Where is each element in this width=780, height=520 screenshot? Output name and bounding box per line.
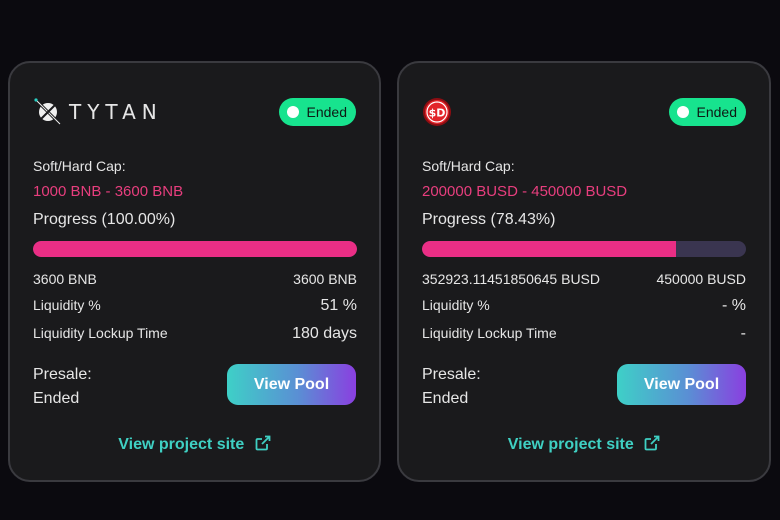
liquidity-row: Liquidity % 51 % bbox=[33, 297, 357, 315]
liquidity-value: 51 % bbox=[320, 297, 357, 314]
project-name: TYTAN bbox=[69, 100, 163, 124]
progress-label: Progress (100.00%) bbox=[33, 211, 176, 228]
external-link-icon bbox=[255, 435, 271, 451]
progress-label: Progress (78.43%) bbox=[422, 211, 556, 228]
site-link-label: View project site bbox=[507, 436, 634, 453]
presale-value: Ended bbox=[422, 390, 469, 407]
presale-label: Presale: bbox=[422, 366, 481, 383]
lockup-value: - bbox=[740, 325, 746, 342]
raised-row: 3600 BNB 3600 BNB bbox=[33, 271, 357, 287]
cap-value: 1000 BNB - 3600 BNB bbox=[33, 183, 184, 200]
presale-card-sd: $D Ended Soft/Hard Cap: 200000 BUSD - 45… bbox=[397, 61, 771, 482]
cap-value: 200000 BUSD - 450000 BUSD bbox=[422, 183, 628, 200]
liquidity-row: Liquidity % - % bbox=[422, 297, 746, 315]
presale-status: Presale: Ended bbox=[422, 363, 481, 411]
lockup-label: Liquidity Lockup Time bbox=[33, 325, 168, 341]
view-pool-button[interactable]: View Pool bbox=[617, 364, 746, 405]
presale-status: Presale: Ended bbox=[33, 363, 92, 411]
status-dot-icon bbox=[676, 106, 689, 118]
liquidity-value: - % bbox=[722, 297, 746, 314]
hard-cap-amount: 3600 BNB bbox=[293, 271, 357, 287]
status-label: Ended bbox=[696, 104, 737, 120]
status-label: Ended bbox=[306, 104, 347, 120]
raised-amount: 352923.11451850645 BUSD bbox=[422, 271, 601, 287]
view-project-site-link[interactable]: View project site bbox=[10, 435, 379, 454]
lockup-value: 180 days bbox=[292, 325, 357, 342]
cap-label: Soft/Hard Cap: bbox=[33, 158, 126, 174]
progress-bar bbox=[422, 241, 746, 257]
raised-row: 352923.11451850645 BUSD 450000 BUSD bbox=[422, 271, 746, 287]
tytan-logo-icon bbox=[34, 98, 62, 126]
view-pool-button[interactable]: View Pool bbox=[227, 364, 356, 405]
sd-coin-icon: $D bbox=[423, 98, 451, 126]
hard-cap-amount: 450000 BUSD bbox=[656, 271, 746, 287]
presale-card-tytan: TYTAN Ended Soft/Hard Cap: 1000 BNB - 36… bbox=[8, 61, 381, 482]
lockup-row: Liquidity Lockup Time 180 days bbox=[33, 325, 357, 343]
liquidity-label: Liquidity % bbox=[33, 297, 101, 313]
presale-value: Ended bbox=[33, 390, 80, 407]
status-dot-icon bbox=[286, 106, 299, 118]
raised-amount: 3600 BNB bbox=[33, 271, 97, 287]
cap-label: Soft/Hard Cap: bbox=[422, 158, 515, 174]
lockup-label: Liquidity Lockup Time bbox=[422, 325, 557, 341]
external-link-icon bbox=[644, 435, 660, 451]
project-logo: TYTAN bbox=[33, 97, 163, 127]
status-badge: Ended bbox=[278, 98, 356, 126]
status-badge: Ended bbox=[668, 98, 746, 126]
project-logo: $D bbox=[422, 97, 452, 127]
sd-coin-text: $D bbox=[429, 107, 446, 120]
view-project-site-link[interactable]: View project site bbox=[399, 435, 769, 454]
progress-bar-fill bbox=[33, 241, 357, 257]
liquidity-label: Liquidity % bbox=[422, 297, 490, 313]
progress-bar bbox=[33, 241, 357, 257]
site-link-label: View project site bbox=[118, 436, 245, 453]
presale-label: Presale: bbox=[33, 366, 92, 383]
lockup-row: Liquidity Lockup Time - bbox=[422, 325, 746, 343]
progress-bar-fill bbox=[422, 241, 677, 257]
